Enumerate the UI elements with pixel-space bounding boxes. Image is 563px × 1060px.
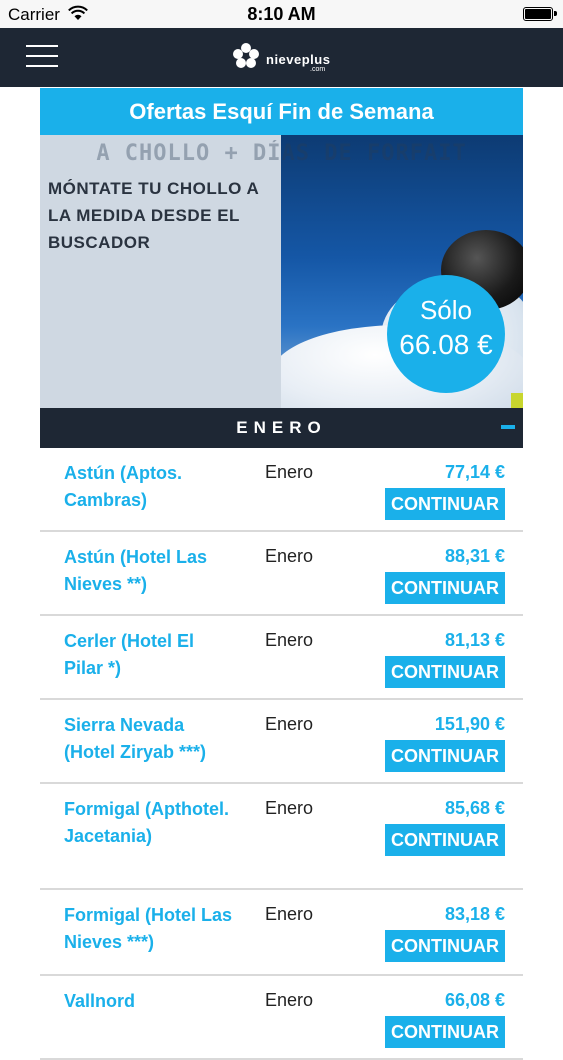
continue-button[interactable]: CONTINUAR [385, 930, 505, 962]
offer-name-link[interactable]: Cerler (Hotel El Pilar *) [64, 628, 234, 682]
price-badge-value: 66.08 € [399, 329, 493, 360]
offer-price: 85,68 € [444, 798, 505, 818]
banner-text: MÓNTATE TU CHOLLO A LA MEDIDA DESDE EL B… [48, 179, 259, 252]
brand-logo[interactable]: nieveplus .com [232, 42, 342, 76]
offer-name-link[interactable]: Astún (Aptos. Cambras) [64, 460, 234, 514]
offer-row: Astún (Hotel Las Nieves **) Enero 88,31 … [40, 532, 523, 616]
banner-headline: A CHOLLO + DÍAS DE FORFAIT [96, 141, 467, 166]
page-title: Ofertas Esquí Fin de Semana [40, 88, 523, 135]
logo-text: nieveplus [266, 52, 331, 67]
offer-price: 151,90 € [434, 714, 505, 734]
month-section-header[interactable]: ENERO [40, 408, 523, 448]
main-content: Ofertas Esquí Fin de Semana A CHOLLO + D… [40, 88, 523, 1060]
price-badge-label: Sólo [419, 295, 473, 325]
offer-month: Enero [265, 546, 314, 566]
offer-name-link[interactable]: Vallnord [64, 988, 234, 1015]
continue-button[interactable]: CONTINUAR [385, 572, 505, 604]
offer-name-link[interactable]: Formigal (Hotel Las Nieves ***) [64, 902, 234, 956]
collapse-icon[interactable] [501, 425, 515, 429]
status-bar: Carrier 8:10 AM [0, 0, 563, 28]
offer-row: Astún (Aptos. Cambras) Enero 77,14 € CON… [40, 448, 523, 532]
offer-price: 81,13 € [444, 630, 505, 650]
offer-price: 66,08 € [444, 990, 505, 1010]
offer-row: Formigal (Hotel Las Nieves ***) Enero 83… [40, 890, 523, 976]
offer-price: 88,31 € [444, 546, 505, 566]
battery-icon [523, 7, 557, 21]
offer-month: Enero [265, 990, 314, 1010]
offer-month: Enero [265, 714, 314, 734]
offer-month: Enero [265, 798, 314, 818]
offer-name-link[interactable]: Sierra Nevada (Hotel Ziryab ***) [64, 712, 234, 766]
continue-button[interactable]: CONTINUAR [385, 740, 505, 772]
offer-price: 77,14 € [444, 462, 505, 482]
promo-banner[interactable]: A CHOLLO + DÍAS DE FORFAIT MÓNTATE TU CH… [40, 135, 523, 408]
continue-button[interactable]: CONTINUAR [385, 488, 505, 520]
offer-month: Enero [265, 630, 314, 650]
offer-row: Cerler (Hotel El Pilar *) Enero 81,13 € … [40, 616, 523, 700]
offer-row: Formigal (Apthotel. Jacetania) Enero 85,… [40, 784, 523, 890]
menu-icon[interactable] [26, 44, 58, 68]
continue-button[interactable]: CONTINUAR [385, 1016, 505, 1048]
flower-logo-icon [233, 43, 259, 68]
offer-name-link[interactable]: Formigal (Apthotel. Jacetania) [64, 796, 234, 850]
offer-month: Enero [265, 904, 314, 924]
clock: 8:10 AM [247, 4, 316, 24]
offer-list: Astún (Aptos. Cambras) Enero 77,14 € CON… [40, 448, 523, 1060]
continue-button[interactable]: CONTINUAR [385, 656, 505, 688]
offer-row: Sierra Nevada (Hotel Ziryab ***) Enero 1… [40, 700, 523, 784]
continue-button[interactable]: CONTINUAR [385, 824, 505, 856]
offer-row: Vallnord Enero 66,08 € CONTINUAR [40, 976, 523, 1060]
offer-name-link[interactable]: Astún (Hotel Las Nieves **) [64, 544, 234, 598]
price-badge: Sólo 66.08 € [387, 275, 505, 393]
offer-month: Enero [265, 462, 314, 482]
logo-subtext: .com [310, 66, 326, 73]
month-label: ENERO [236, 418, 327, 437]
top-navbar: nieveplus .com [0, 28, 563, 87]
offer-price: 83,18 € [444, 904, 505, 924]
